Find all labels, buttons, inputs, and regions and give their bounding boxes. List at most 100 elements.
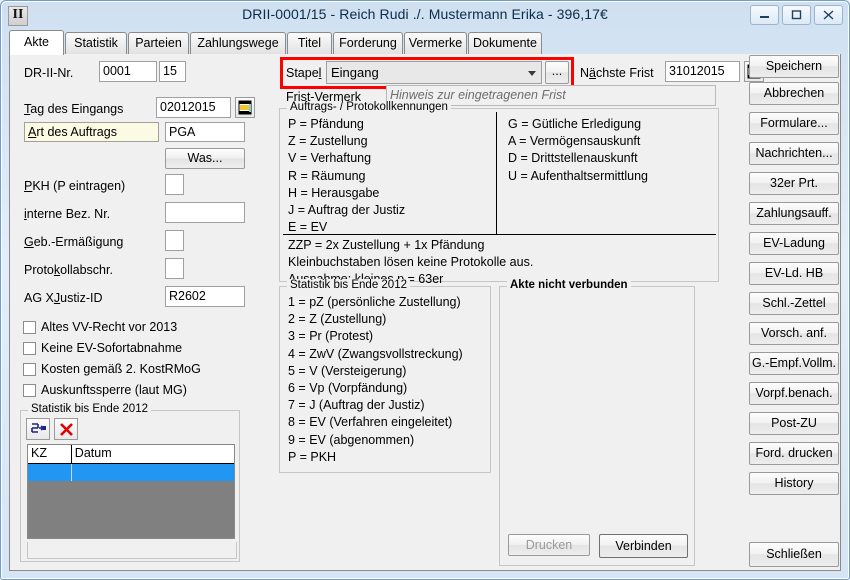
legend-horizontal-divider — [283, 234, 716, 235]
checkbox-label: Kosten gemäß 2. KostRMoG — [41, 362, 201, 376]
schliessen-button[interactable]: Schließen — [749, 542, 839, 567]
vorpf-benach-button[interactable]: Vorpf.benach. — [749, 382, 839, 405]
maximize-icon — [791, 10, 802, 20]
calendar-icon — [238, 100, 252, 115]
verbinden-button[interactable]: Verbinden — [599, 534, 688, 558]
checkbox-label: Keine EV-Sofortabnahme — [41, 341, 182, 355]
tab-parteien[interactable]: Parteien — [128, 32, 189, 54]
label-pkh: PKH (P eintragen) — [24, 179, 125, 193]
tab-statistik[interactable]: Statistik — [65, 32, 127, 54]
post-zu-button[interactable]: Post-ZU — [749, 412, 839, 435]
delete-row-button[interactable] — [54, 418, 78, 440]
legend-line: Z = Zustellung — [288, 133, 405, 150]
grid-header-row: KZ Datum — [28, 445, 234, 464]
legend-line: Kleinbuchstaben lösen keine Protokolle a… — [288, 254, 533, 271]
ford-drucken-button[interactable]: Ford. drucken — [749, 442, 839, 465]
legend-line: 7 = J (Auftrag der Justiz) — [288, 397, 463, 414]
window-controls — [750, 5, 843, 25]
abbrechen-button[interactable]: Abbrechen — [749, 82, 839, 105]
nachrichten-button[interactable]: Nachrichten... — [749, 142, 839, 165]
kennungen-right-column: G = Gütliche Erledigung A = Vermögensaus… — [508, 116, 648, 185]
tab-titel[interactable]: Titel — [287, 32, 332, 54]
delete-red-x-icon — [59, 422, 74, 437]
g-empf-vollm-button[interactable]: G.-Empf.Vollm. — [749, 352, 839, 375]
copy-rows-button[interactable] — [26, 418, 50, 440]
tab-dokumente[interactable]: Dokumente — [468, 32, 542, 54]
schl-zettel-button[interactable]: Schl.-Zettel — [749, 292, 839, 315]
history-button[interactable]: History — [749, 472, 839, 495]
statistik-grid[interactable]: KZ Datum — [27, 444, 235, 539]
legend-line: 9 = EV (abgenommen) — [288, 432, 463, 449]
close-icon — [823, 10, 834, 20]
formulare-button[interactable]: Formulare... — [749, 112, 839, 135]
dr-nr-input[interactable]: 0001 — [99, 61, 157, 82]
checkbox-box — [23, 321, 36, 334]
group-title: Statistik bis Ende 2012 — [287, 279, 410, 291]
legend-line: 1 = pZ (persönliche Zustellung) — [288, 294, 463, 311]
was-button[interactable]: Was... — [165, 148, 245, 169]
ag-xjustiz-input[interactable]: R2602 — [165, 286, 245, 307]
art-des-auftrags-input[interactable]: PGA — [165, 122, 245, 142]
legend-line: 3 = Pr (Protest) — [288, 328, 463, 345]
copy-rows-icon — [31, 422, 47, 437]
legend-line: 2 = Z (Zustellung) — [288, 311, 463, 328]
grid-cell-kz — [28, 464, 72, 481]
stapel-more-button[interactable]: ... — [545, 61, 569, 84]
ev-ld-hb-button[interactable]: EV-Ld. HB — [749, 262, 839, 285]
label-dr-nr: DR-II-Nr. — [24, 66, 73, 80]
legend-vertical-divider — [496, 112, 497, 234]
statistik-legend-group: Statistik bis Ende 2012 1 = pZ (persönli… — [279, 286, 491, 473]
maximize-button[interactable] — [782, 5, 811, 25]
legend-line: V = Verhaftung — [288, 150, 405, 167]
auftrags-protokollkennungen-group: Auftrags- / Protokollkennungen P = Pfänd… — [279, 108, 719, 282]
chevron-down-icon — [528, 71, 536, 76]
tab-akte[interactable]: Akte — [9, 30, 64, 55]
ev-ladung-button[interactable]: EV-Ladung — [749, 232, 839, 255]
checkbox-altes-vv-recht[interactable]: Altes VV-Recht vor 2013 — [23, 320, 177, 334]
prt-32er-button[interactable]: 32er Prt. — [749, 172, 839, 195]
legend-line: R = Räumung — [288, 168, 405, 185]
label-stapel: Stapel — [286, 66, 321, 80]
checkbox-auskunftssperre[interactable]: Auskunftssperre (laut MG) — [23, 383, 187, 397]
grid-footer-strip — [27, 542, 237, 559]
tag-des-eingangs-calendar-button[interactable] — [235, 97, 255, 118]
group-title: Akte nicht verbunden — [507, 279, 631, 291]
grid-column-datum: Datum — [72, 445, 234, 463]
client-area: DR-II-Nr. 0001 15 Tag des Eingangs 02012… — [9, 54, 841, 571]
close-button[interactable] — [814, 5, 843, 25]
interne-bez-input[interactable] — [165, 202, 245, 223]
tab-forderung[interactable]: Forderung — [333, 32, 403, 54]
legend-line: 5 = V (Versteigerung) — [288, 363, 463, 380]
zahlungsauff-button[interactable]: Zahlungsauff. — [749, 202, 839, 225]
checkbox-kosten-kostrmog[interactable]: Kosten gemäß 2. KostRMoG — [23, 362, 201, 376]
pkh-input[interactable] — [165, 174, 184, 195]
geb-ermaessigung-input[interactable] — [165, 230, 184, 251]
speichern-button[interactable]: Speichern — [749, 55, 839, 78]
legend-line: ZZP = 2x Zustellung + 1x Pfändung — [288, 237, 533, 254]
tab-vermerke[interactable]: Vermerke — [404, 32, 467, 54]
tag-des-eingangs-input[interactable]: 02012015 — [156, 97, 231, 118]
checkbox-label: Altes VV-Recht vor 2013 — [41, 320, 177, 334]
label-art-des-auftrags: Art des Auftrags — [24, 122, 159, 142]
vorsch-anf-button[interactable]: Vorsch. anf. — [749, 322, 839, 345]
protokollabschr-input[interactable] — [165, 258, 184, 279]
grid-cell-datum — [72, 464, 234, 481]
naechste-frist-input[interactable]: 31012015 — [665, 61, 740, 82]
table-row[interactable] — [28, 464, 234, 481]
legend-line: G = Gütliche Erledigung — [508, 116, 648, 133]
group-title: Auftrags- / Protokollkennungen — [287, 101, 451, 113]
tab-zahlungswege[interactable]: Zahlungswege — [190, 32, 286, 54]
label-interne-bez: interne Bez. Nr. — [24, 207, 110, 221]
checkbox-keine-ev-sofortabnahme[interactable]: Keine EV-Sofortabnahme — [23, 341, 182, 355]
stapel-combo[interactable]: Eingang — [326, 61, 542, 84]
checkbox-box — [23, 342, 36, 355]
minimize-button[interactable] — [750, 5, 779, 25]
drucken-button[interactable]: Drucken — [508, 534, 590, 556]
kennungen-left-column: P = Pfändung Z = Zustellung V = Verhaftu… — [288, 116, 405, 236]
dr-nr-year-input[interactable]: 15 — [159, 61, 186, 82]
legend-line: 6 = Vp (Vorpfändung) — [288, 380, 463, 397]
legend-line: P = Pfändung — [288, 116, 405, 133]
title-bar: II DRII-0001/15 - Reich Rudi ./. Musterm… — [1, 1, 849, 28]
label-tag-des-eingangs: Tag des Eingangs — [24, 102, 123, 116]
minimize-icon — [759, 10, 770, 20]
